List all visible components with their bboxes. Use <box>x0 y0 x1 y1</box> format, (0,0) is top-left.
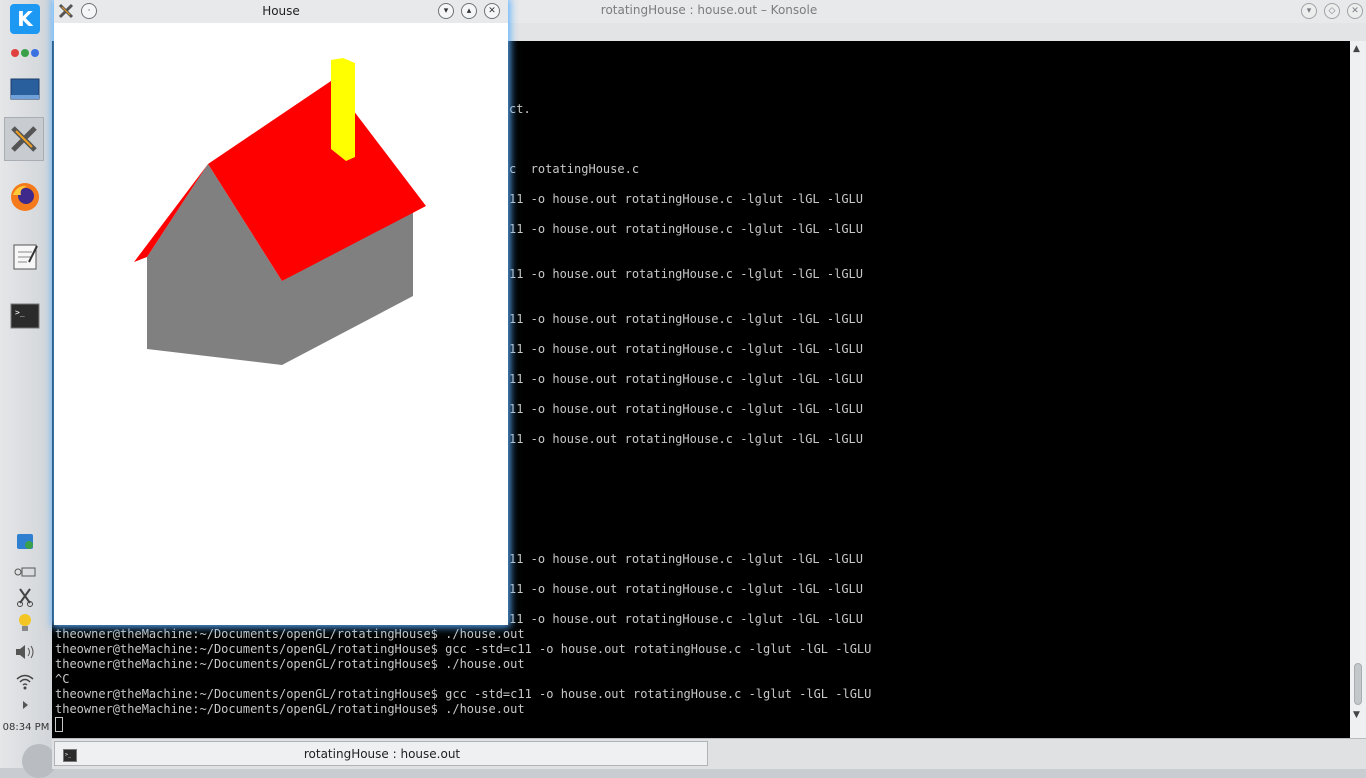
opengl-canvas[interactable] <box>54 23 508 625</box>
svg-text:>_: >_ <box>15 308 25 317</box>
svg-text:K: K <box>17 7 34 31</box>
scroll-up-icon[interactable]: ▲ <box>1353 44 1360 54</box>
terminal-line: 11 -o house.out rotatingHouse.c -lglut -… <box>509 192 864 206</box>
volume-icon[interactable] <box>14 641 36 663</box>
terminal-line: 11 -o house.out rotatingHouse.c -lglut -… <box>509 342 864 356</box>
terminal-line: theowner@theMachine:~/Documents/openGL/r… <box>55 657 525 671</box>
updates-icon[interactable] <box>14 530 36 552</box>
kde-panel: K >_ 08:34 PM <box>0 0 56 778</box>
terminal-line: theowner@theMachine:~/Documents/openGL/r… <box>55 642 872 656</box>
panel-corner-decoration <box>22 744 56 778</box>
text-editor-icon[interactable] <box>6 238 44 276</box>
konsole-minimize-button[interactable]: ▾ <box>1301 3 1317 19</box>
expand-tray-icon[interactable] <box>14 694 36 716</box>
firefox-icon[interactable] <box>6 178 44 216</box>
notifications-bulb-icon[interactable] <box>14 612 36 634</box>
house-render <box>134 58 426 365</box>
terminal-cursor <box>55 717 63 732</box>
house-titlebar[interactable]: · House ▾ ▴ ✕ <box>54 0 508 23</box>
terminal-line: theowner@theMachine:~/Documents/openGL/r… <box>55 702 525 716</box>
terminal-scrollbar[interactable]: ▲ ▼ <box>1350 41 1366 738</box>
terminal-line: theowner@theMachine:~/Documents/openGL/r… <box>55 687 872 701</box>
terminal-line: 11 -o house.out rotatingHouse.c -lglut -… <box>509 312 864 326</box>
terminal-line: 11 -o house.out rotatingHouse.c -lglut -… <box>509 612 864 626</box>
terminal-line: 11 -o house.out rotatingHouse.c -lglut -… <box>509 552 864 566</box>
task-item-konsole[interactable]: >_ rotatingHouse : house.out <box>54 741 708 766</box>
terminal-line: ^C <box>55 672 70 686</box>
house-window: · House ▾ ▴ ✕ <box>54 0 508 625</box>
terminal-line: 11 -o house.out rotatingHouse.c -lglut -… <box>509 372 864 386</box>
wifi-icon[interactable] <box>14 670 36 692</box>
kde-menu-icon[interactable]: K <box>6 0 44 38</box>
terminal-line: 11 -o house.out rotatingHouse.c -lglut -… <box>509 432 864 446</box>
terminal-line: theowner@theMachine:~/Documents/openGL/r… <box>55 627 525 641</box>
scrollbar-handle[interactable] <box>1354 663 1362 705</box>
konsole-maximize-button[interactable]: ◇ <box>1324 3 1340 19</box>
terminal-icon[interactable]: >_ <box>6 297 44 335</box>
house-chimney <box>331 58 355 161</box>
clipboard-scissors-icon[interactable] <box>14 586 36 608</box>
house-close-button[interactable]: ✕ <box>484 3 500 19</box>
scroll-down-icon[interactable]: ▼ <box>1353 710 1360 720</box>
xorg-app-icon[interactable] <box>4 117 44 161</box>
desktop-icon[interactable] <box>6 70 44 108</box>
terminal-line: c rotatingHouse.c <box>509 162 640 176</box>
house-minimize-button[interactable]: ▾ <box>438 3 454 19</box>
activities-icon[interactable] <box>6 34 44 72</box>
house-maximize-button[interactable]: ▴ <box>461 3 477 19</box>
terminal-line: 11 -o house.out rotatingHouse.c -lglut -… <box>509 402 864 416</box>
keyboard-icon[interactable] <box>14 560 36 582</box>
terminal-line: 11 -o house.out rotatingHouse.c -lglut -… <box>509 267 864 281</box>
clock[interactable]: 08:34 PM <box>0 722 52 733</box>
konsole-close-button[interactable]: ✕ <box>1347 3 1363 19</box>
terminal-line: 11 -o house.out rotatingHouse.c -lglut -… <box>509 582 864 596</box>
terminal-line: ct. <box>509 102 531 116</box>
task-item-label: rotatingHouse : house.out <box>303 747 461 761</box>
taskbar: >_ rotatingHouse : house.out <box>52 738 1366 769</box>
terminal-line: 11 -o house.out rotatingHouse.c -lglut -… <box>509 222 864 236</box>
